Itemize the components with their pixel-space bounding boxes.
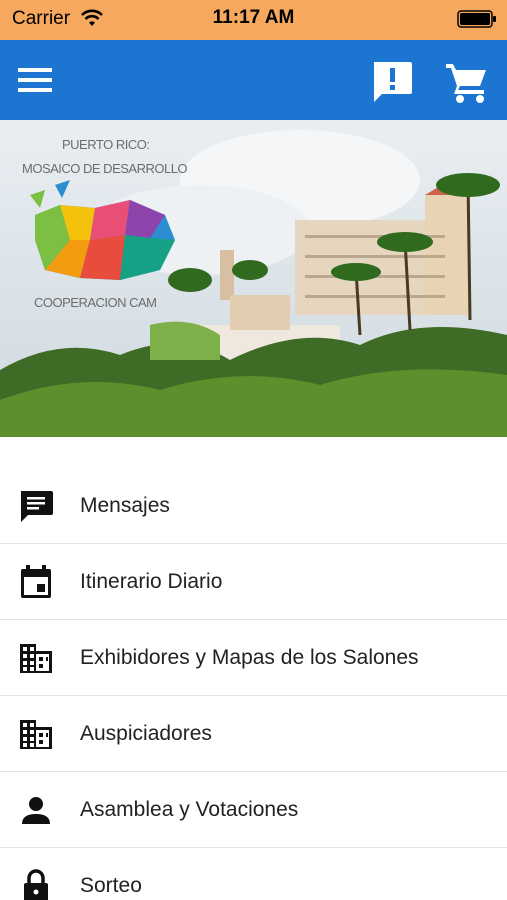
hero-banner: PUERTO RICO: MOSAICO DE DESARROLLO COOPE… <box>0 120 507 437</box>
logo-line-2: MOSAICO DE DESARROLLO <box>22 161 188 176</box>
menu-item-label: Auspiciadores <box>80 722 212 745</box>
feedback-button[interactable] <box>368 58 416 104</box>
shopping-cart-icon <box>446 64 486 103</box>
building-icon <box>20 644 52 673</box>
menu-item-label: Sorteo <box>80 874 142 897</box>
menu-item-mensajes[interactable]: Mensajes <box>0 468 507 544</box>
logo-line-1: PUERTO RICO: <box>62 137 150 152</box>
app-bar <box>0 40 507 120</box>
message-icon <box>21 491 53 522</box>
status-bar: Carrier 11:17 AM <box>0 0 507 40</box>
feedback-icon <box>374 62 412 102</box>
menu-item-exhibidores[interactable]: Exhibidores y Mapas de los Salones <box>0 620 507 696</box>
lock-icon <box>24 869 48 900</box>
menu-item-asamblea[interactable]: Asamblea y Votaciones <box>0 772 507 848</box>
status-time: 11:17 AM <box>212 7 295 28</box>
logo-line-3: COOPERACION CAM <box>34 295 157 310</box>
person-icon <box>22 797 50 824</box>
menu-item-label: Exhibidores y Mapas de los Salones <box>80 646 419 669</box>
building-icon <box>20 720 52 749</box>
cart-button[interactable] <box>442 58 492 104</box>
menu-icon <box>18 68 52 92</box>
menu-item-auspiciadores[interactable]: Auspiciadores <box>0 696 507 772</box>
menu-item-label: Itinerario Diario <box>80 570 223 593</box>
battery-icon <box>457 10 496 28</box>
calendar-icon <box>21 565 51 598</box>
menu-item-sorteo[interactable]: Sorteo <box>0 848 507 900</box>
menu-item-label: Asamblea y Votaciones <box>80 798 299 821</box>
menu-button[interactable] <box>14 62 58 98</box>
menu-list: Mensajes Itinerario Diario Exhibidores y… <box>0 468 507 900</box>
menu-item-itinerario[interactable]: Itinerario Diario <box>0 544 507 620</box>
menu-item-label: Mensajes <box>80 494 170 517</box>
